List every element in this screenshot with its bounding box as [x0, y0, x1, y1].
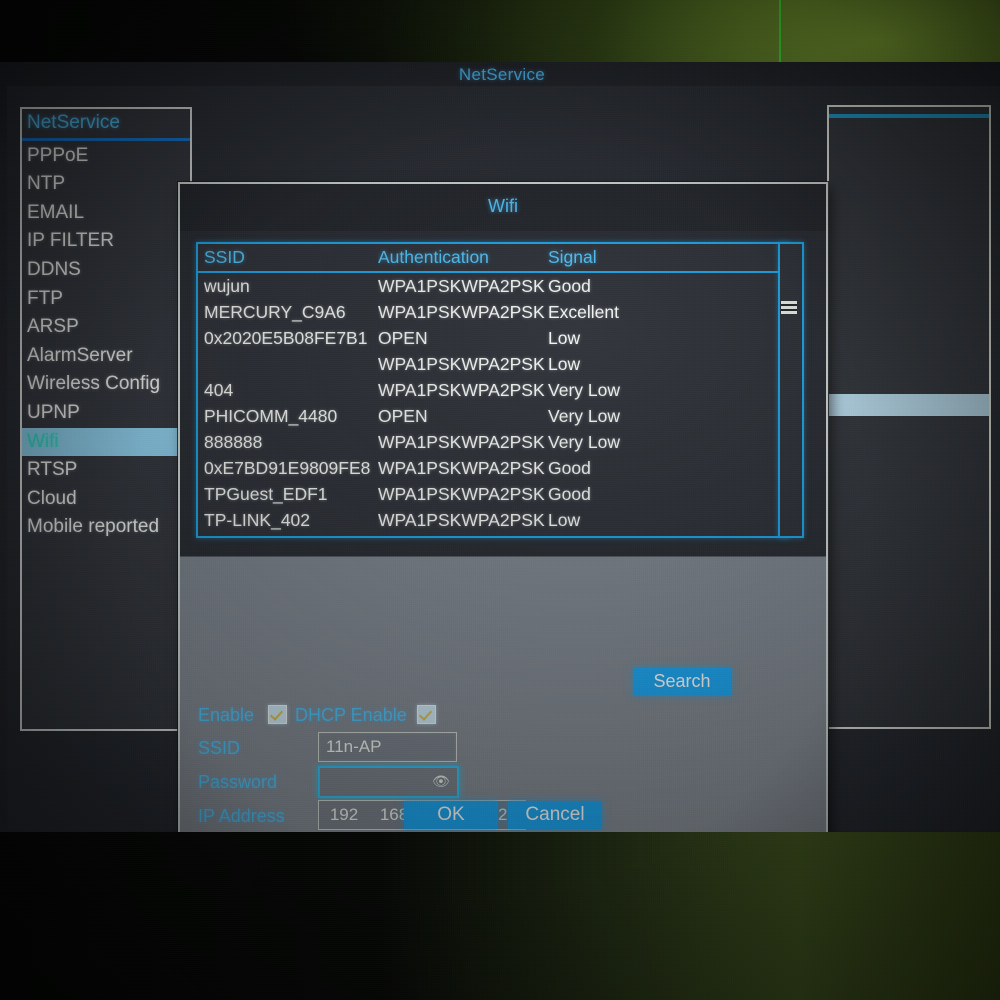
- cell-ssid: wujun: [204, 276, 250, 296]
- sidebar-item-rtsp[interactable]: RTSP: [22, 456, 190, 485]
- cell-ssid: TP-LINK_402: [204, 510, 311, 530]
- right-panel-divider: [829, 114, 989, 118]
- password-label: Password: [198, 772, 278, 792]
- dhcp-enable-label: DHCP Enable: [295, 705, 407, 725]
- cell-auth: WPA1PSKWPA2PSK: [378, 432, 545, 452]
- sidebar-item-pppoe[interactable]: PPPoE: [22, 142, 190, 171]
- ssid-input-value: 11n-AP: [326, 737, 382, 756]
- cell-signal: Low: [548, 354, 581, 374]
- table-row[interactable]: 0xE7BD91E9809FE8 WPA1PSKWPA2PSK Good: [198, 455, 788, 481]
- ssid-input[interactable]: 11n-AP: [318, 732, 457, 762]
- cell-signal: Very Low: [548, 406, 620, 426]
- sidebar-item-mobile-reported[interactable]: Mobile reported: [22, 513, 190, 542]
- table-row[interactable]: 0x2020E5B08FE7B1 OPEN Low: [198, 325, 788, 351]
- cell-signal: Very Low: [548, 380, 620, 400]
- cell-ssid: 0xE7BD91E9809FE8: [204, 458, 371, 478]
- sidebar-item-upnp[interactable]: UPNP: [22, 399, 190, 428]
- sidebar-item-ddns[interactable]: DDNS: [22, 256, 190, 285]
- ip-octet-1[interactable]: 192: [321, 801, 367, 829]
- eye-icon[interactable]: 👁: [432, 774, 450, 788]
- sidebar-item-cloud[interactable]: Cloud: [22, 485, 190, 514]
- sidebar-item-ftp[interactable]: FTP: [22, 285, 190, 314]
- access-point-list[interactable]: SSID Authentication Signal wujun WPA1PSK…: [196, 242, 790, 538]
- cancel-button[interactable]: Cancel: [508, 801, 602, 829]
- access-point-list-header: SSID Authentication Signal: [198, 244, 788, 273]
- table-row[interactable]: 404 WPA1PSKWPA2PSK Very Low: [198, 377, 788, 403]
- wifi-dialog: Wifi SSID Authentication Signal wujun WP…: [178, 182, 828, 832]
- cell-auth: OPEN: [378, 328, 428, 348]
- table-row[interactable]: TP-LINK_402 WPA1PSKWPA2PSK Low: [198, 507, 788, 533]
- wifi-dialog-title: Wifi: [488, 196, 518, 216]
- sidebar-item-wireless-config[interactable]: Wireless Config: [22, 370, 190, 399]
- sidebar-item-wifi[interactable]: Wifi: [22, 427, 190, 457]
- cell-auth: WPA1PSKWPA2PSK: [378, 458, 545, 478]
- column-header-signal: Signal: [548, 247, 597, 267]
- access-point-rows: wujun WPA1PSKWPA2PSK Good MERCURY_C9A6 W…: [198, 273, 788, 536]
- cell-auth: WPA1PSKWPA2PSK: [378, 276, 545, 296]
- sidebar-item-alarmserver[interactable]: AlarmServer: [22, 342, 190, 371]
- netservice-sidebar[interactable]: NetService PPPoE NTP EMAIL IP FILTER DDN…: [20, 107, 192, 731]
- wifi-dialog-body: SSID Authentication Signal wujun WPA1PSK…: [180, 231, 826, 832]
- search-button[interactable]: Search: [633, 668, 731, 695]
- cell-signal: Very Low: [548, 432, 620, 452]
- cell-auth: WPA1PSKWPA2PSK: [378, 380, 545, 400]
- access-point-list-scrollbar[interactable]: [778, 242, 804, 538]
- cell-auth: WPA1PSKWPA2PSK: [378, 484, 545, 504]
- sidebar-item-ntp[interactable]: NTP: [22, 170, 190, 199]
- table-row[interactable]: WPA1PSKWPA2PSK: [198, 533, 788, 536]
- sidebar-item-ip-filter[interactable]: IP FILTER: [22, 227, 190, 256]
- cell-ssid: PHICOMM_4480: [204, 406, 338, 426]
- sidebar-item-email[interactable]: EMAIL: [22, 199, 190, 228]
- column-header-ssid: SSID: [204, 247, 245, 267]
- cell-ssid: MERCURY_C9A6: [204, 302, 346, 322]
- sidebar-item-netservice[interactable]: NetService: [22, 109, 190, 141]
- ssid-label: SSID: [198, 738, 241, 758]
- cell-auth: OPEN: [378, 406, 428, 426]
- table-row[interactable]: MERCURY_C9A6 WPA1PSKWPA2PSK Excellent: [198, 299, 788, 325]
- table-row[interactable]: wujun WPA1PSKWPA2PSK Good: [198, 273, 788, 299]
- ok-button[interactable]: OK: [404, 801, 498, 829]
- table-row[interactable]: 888888 WPA1PSKWPA2PSK Very Low: [198, 429, 788, 455]
- cell-signal: Low: [548, 328, 581, 348]
- cell-ssid: 0x2020E5B08FE7B1: [204, 328, 368, 348]
- right-panel-selected-row: [829, 394, 989, 416]
- cell-signal: Good: [548, 484, 591, 504]
- ip-address-label: IP Address: [198, 806, 285, 826]
- netservice-window-title: NetService: [458, 65, 546, 84]
- cell-signal: Excellent: [548, 302, 620, 322]
- enable-label: Enable: [198, 705, 255, 725]
- netservice-right-panel: [827, 105, 991, 729]
- dvr-screen: NetService NetService PPPoE NTP EMAIL IP…: [0, 62, 1000, 832]
- dhcp-enable-checkbox[interactable]: [417, 705, 436, 724]
- scrollbar-thumb[interactable]: [781, 301, 797, 314]
- wifi-dialog-titlebar: Wifi: [180, 184, 826, 231]
- cell-auth: WPA1PSKWPA2PSK: [378, 510, 545, 530]
- enable-checkbox[interactable]: [268, 705, 287, 724]
- cell-signal: Good: [548, 276, 591, 296]
- table-row[interactable]: TPGuest_EDF1 WPA1PSKWPA2PSK Good: [198, 481, 788, 507]
- cell-auth: WPA1PSKWPA2PSK: [378, 533, 546, 536]
- cell-signal: Low: [548, 510, 581, 530]
- sidebar-item-arsp[interactable]: ARSP: [22, 313, 190, 342]
- cell-ssid: 888888: [204, 432, 263, 452]
- cell-ssid: TPGuest_EDF1: [204, 484, 328, 504]
- cell-ssid: 404: [204, 380, 234, 400]
- column-header-authentication: Authentication: [378, 247, 489, 267]
- password-input[interactable]: 👁: [318, 766, 459, 798]
- monitor-edge-glow-line: [779, 0, 781, 62]
- cell-auth: WPA1PSKWPA2PSK: [378, 302, 545, 322]
- cell-signal: Good: [548, 458, 591, 478]
- table-row[interactable]: PHICOMM_4480 OPEN Very Low: [198, 403, 788, 429]
- cell-auth: WPA1PSKWPA2PSK: [378, 354, 545, 374]
- table-row[interactable]: WPA1PSKWPA2PSK Low: [198, 351, 788, 377]
